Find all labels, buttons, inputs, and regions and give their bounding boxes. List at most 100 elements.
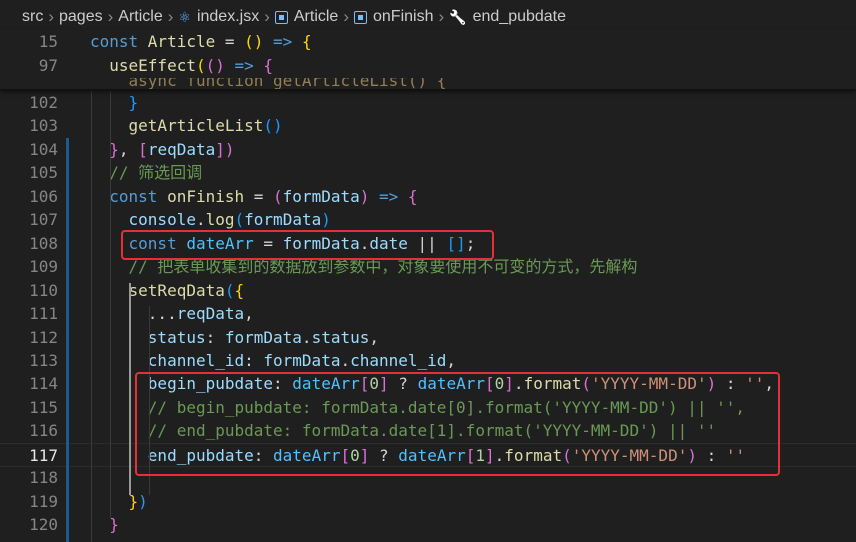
indent-guide (91, 91, 92, 542)
code-token: ) (359, 186, 370, 206)
code-token: . (340, 350, 351, 370)
code-text: useEffect(() => { (90, 54, 273, 78)
line-number: 109 (29, 257, 58, 277)
code-token: . (301, 327, 312, 347)
code-token: ) (321, 210, 331, 230)
line-number: 111 (29, 304, 58, 324)
breadcrumb-item[interactable]: ⚛ index.jsx (178, 8, 259, 26)
code-token: => (234, 56, 254, 75)
breadcrumb-item[interactable]: Article (118, 8, 162, 26)
code-token: () (263, 116, 283, 136)
code-text: console.log(formData) (90, 208, 331, 232)
line-number: 120 (29, 515, 58, 535)
code-text: } (90, 513, 119, 537)
code-text: // 筛选回调 (90, 161, 202, 185)
breadcrumb-label: Article (118, 8, 163, 25)
symbol-method-icon (274, 10, 288, 24)
react-icon: ⚛ (178, 8, 191, 25)
code-token: ( (273, 186, 283, 206)
code-text: }, [reqData]) (90, 138, 235, 162)
breadcrumb-item[interactable]: pages (59, 8, 103, 26)
sticky-line[interactable]: 15 const Article = () => { (0, 30, 856, 54)
git-change-indicator[interactable] (66, 262, 69, 542)
line-number: 114 (29, 374, 58, 394)
code-token: Article (147, 32, 216, 51)
indent-guide (129, 283, 131, 495)
code-line[interactable]: 104 }, [reqData]) (0, 138, 856, 162)
code-line[interactable]: 106 const onFinish = (formData) => { (0, 185, 856, 209)
code-token: = (215, 32, 245, 51)
breadcrumb-item[interactable]: Article (274, 8, 338, 26)
line-number: 102 (29, 93, 58, 112)
breadcrumb-separator-icon: › (167, 7, 174, 26)
code-token: { (301, 32, 312, 51)
code-token: reqData (147, 139, 216, 159)
code-line[interactable]: 120 } (0, 513, 856, 537)
code-token: useEffect (109, 56, 196, 75)
code-token: getArticleList (128, 116, 264, 136)
code-token: => (273, 32, 293, 51)
line-number: 107 (29, 210, 58, 230)
line-number: 105 (29, 163, 58, 183)
code-token: ]) (215, 139, 235, 159)
code-token: { (234, 280, 245, 300)
code-token: : (244, 350, 264, 370)
git-change-indicator[interactable] (66, 138, 69, 262)
line-number: 116 (29, 421, 58, 441)
code-token: status (311, 327, 370, 347)
code-text: } (90, 91, 139, 115)
breadcrumb-label: src (22, 8, 44, 25)
breadcrumb-label: index.jsx (196, 8, 260, 25)
breadcrumb-separator-icon: › (343, 7, 349, 26)
code-token: { (407, 186, 418, 206)
code-token: formData (244, 210, 322, 230)
code-line[interactable]: 102 } (0, 91, 856, 115)
line-number: 103 (29, 116, 58, 136)
code-token: ( (195, 56, 206, 75)
code-token: , (446, 350, 457, 370)
code-token: . (195, 210, 206, 230)
code-text: getArticleList() (90, 114, 283, 138)
code-token: formData (282, 186, 360, 206)
sticky-line[interactable]: 97 useEffect(() => { (0, 54, 856, 78)
sticky-scroll-header: 15 const Article = () => {97 useEffect(()… (0, 30, 856, 89)
breadcrumb-item[interactable]: 🔧 end_pubdate (449, 8, 566, 26)
code-token: reqData (176, 304, 245, 324)
code-token: setReqData (128, 280, 225, 300)
code-text: const onFinish = (formData) => { (90, 185, 418, 209)
code-text: async function getArticleList() { (90, 78, 447, 89)
breadcrumb-separator-icon: › (107, 7, 114, 26)
code-token: () (244, 32, 264, 51)
code-line[interactable]: 105 // 筛选回调 (0, 161, 856, 185)
breadcrumb-item[interactable]: src (22, 8, 43, 26)
code-token: = (244, 186, 274, 206)
code-token: channel_id (350, 350, 447, 370)
symbol-method-icon (354, 10, 367, 24)
code-line[interactable]: 107 console.log(formData) (0, 208, 856, 232)
line-number: 115 (29, 397, 58, 417)
breadcrumb: src › pages › Article › ⚛ index.jsx › Article › onF… (0, 0, 856, 34)
code-token: console (128, 210, 196, 230)
line-number: 118 (29, 468, 58, 488)
code-token: // 筛选回调 (109, 163, 203, 183)
code-text: ...reqData, (90, 302, 254, 326)
line-number: 108 (29, 233, 58, 253)
breadcrumb-label: end_pubdate (472, 8, 567, 25)
code-token: [ (138, 139, 148, 159)
code-token: ) (138, 491, 148, 511)
line-number: 119 (29, 491, 58, 511)
code-line[interactable]: 103 getArticleList() (0, 114, 856, 138)
breadcrumb-item[interactable]: onFinish (354, 8, 433, 26)
code-token: { (263, 56, 274, 75)
line-number: 97 (38, 56, 58, 75)
